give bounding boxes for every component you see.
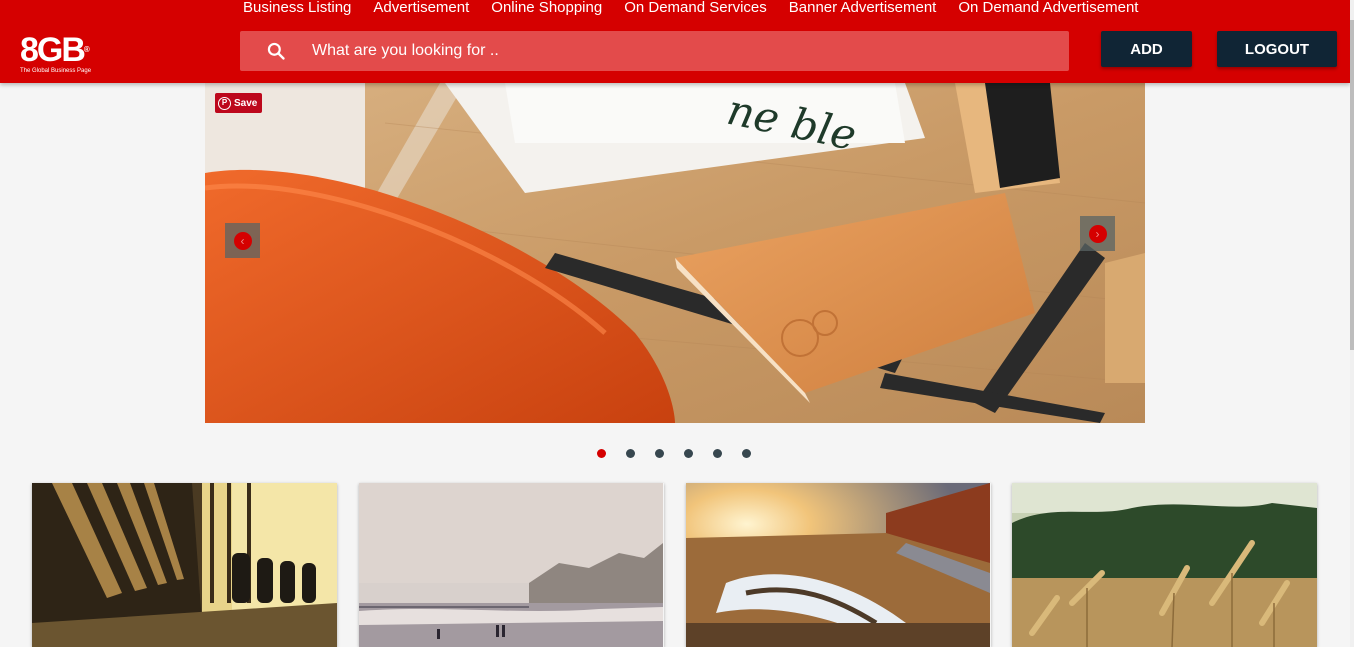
nav-on-demand-services[interactable]: On Demand Services (613, 0, 778, 18)
carousel-dot-6[interactable] (742, 449, 751, 458)
pinterest-icon: P (218, 96, 231, 110)
logo-tagline: The Global Business Page (20, 68, 92, 74)
hero-carousel: ne ble P Save ‹ › (205, 83, 1145, 423)
card-photo (359, 483, 663, 647)
pinterest-save-button[interactable]: P Save (215, 93, 263, 113)
chevron-left-icon: ‹ (233, 231, 252, 250)
nav-advertisement[interactable]: Advertisement (362, 0, 480, 18)
app-header: Business Listing Advertisement Online Sh… (0, 0, 1350, 83)
card-image-sunset-road[interactable] (686, 483, 991, 647)
nav-online-shopping[interactable]: Online Shopping (480, 0, 613, 18)
card-photo (1012, 483, 1317, 647)
logout-button[interactable]: LOGOUT (1217, 31, 1337, 67)
carousel-slide-image: ne ble (205, 83, 1145, 423)
search-icon[interactable] (240, 41, 312, 61)
carousel-prev-button[interactable]: ‹ (225, 223, 260, 258)
page-scrollbar[interactable] (1350, 0, 1354, 647)
search-bar (240, 31, 1069, 71)
scrollbar-thumb[interactable] (1350, 20, 1354, 350)
nav-banner-advertisement[interactable]: Banner Advertisement (778, 0, 948, 18)
logo[interactable]: 8GB® The Global Business Page (20, 33, 104, 79)
carousel-dot-4[interactable] (684, 449, 693, 458)
chevron-right-icon: › (1088, 224, 1107, 243)
nav-on-demand-advertisement[interactable]: On Demand Advertisement (947, 0, 1149, 18)
nav-business-listing[interactable]: Business Listing (232, 0, 362, 18)
carousel-dot-3[interactable] (655, 449, 664, 458)
search-input[interactable] (312, 31, 1069, 71)
logo-mark: 8GB® (20, 31, 90, 69)
card-photo (686, 483, 990, 647)
card-image-beach[interactable] (359, 483, 664, 647)
carousel-dot-2[interactable] (626, 449, 635, 458)
card-image-hallway[interactable] (32, 483, 337, 647)
add-button[interactable]: ADD (1101, 31, 1192, 67)
carousel-indicators (597, 449, 751, 458)
card-photo (32, 483, 337, 647)
carousel-next-button[interactable]: › (1080, 216, 1115, 251)
top-nav: Business Listing Advertisement Online Sh… (232, 0, 1149, 18)
card-image-wheat-field[interactable] (1012, 483, 1317, 647)
carousel-dot-5[interactable] (713, 449, 722, 458)
carousel-dot-1[interactable] (597, 449, 606, 458)
pinterest-save-label: Save (234, 97, 258, 109)
